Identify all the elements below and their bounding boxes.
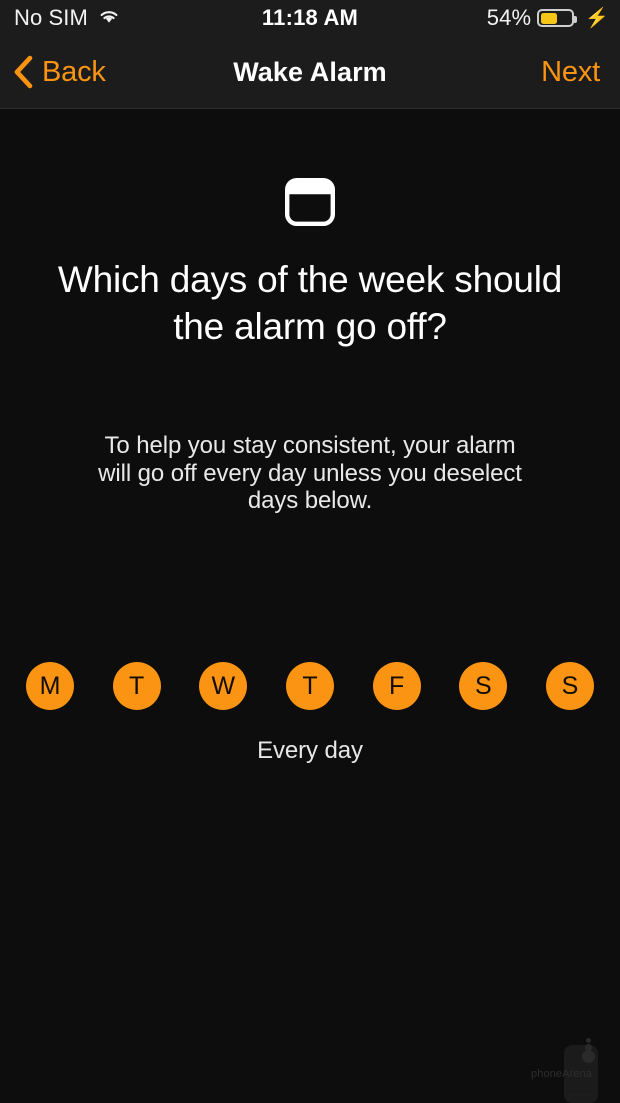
day-toggle-saturday[interactable]: S	[459, 662, 508, 710]
lightning-bolt-icon: ⚡	[585, 7, 609, 29]
page-title: Wake Alarm	[233, 56, 387, 87]
day-toggle-friday[interactable]: F	[372, 662, 421, 710]
headline-text: Which days of the week should the alarm …	[57, 259, 563, 347]
day-toggle-sunday[interactable]: S	[545, 662, 594, 710]
phone-screen: No SIM 11:18 AM 54% ⚡ Back Wake Alarm Ne…	[0, 0, 620, 1103]
day-toggle-label: S	[474, 671, 492, 700]
day-toggle-tuesday[interactable]: T	[112, 662, 161, 710]
day-toggle-label: S	[561, 671, 579, 700]
next-button[interactable]: Next	[541, 36, 600, 108]
day-toggle-label: T	[302, 671, 318, 700]
hero-icon-container	[0, 178, 620, 226]
clock-label: 11:18 AM	[261, 5, 359, 30]
day-toggle-label: W	[211, 671, 236, 700]
main-content: Which days of the week should the alarm …	[0, 109, 620, 1103]
status-bar-right: 54% ⚡	[487, 0, 609, 36]
calendar-icon	[285, 178, 335, 226]
day-toggle-label: F	[388, 671, 405, 700]
battery-fill	[540, 12, 558, 24]
selection-summary-label: Every day	[257, 737, 363, 764]
subtitle-text: To help you stay consistent, your alarm …	[98, 432, 522, 514]
day-toggle-label: M	[39, 671, 61, 700]
navigation-bar: Back Wake Alarm Next	[0, 36, 620, 109]
day-toggle-wednesday[interactable]: W	[199, 662, 248, 710]
day-toggle-thursday[interactable]: T	[285, 662, 334, 710]
day-toggle-label: T	[129, 671, 145, 700]
battery-percent-label: 54%	[486, 5, 532, 30]
day-of-week-selector: MTWTFSS	[26, 662, 594, 710]
battery-icon	[537, 9, 577, 27]
day-toggle-monday[interactable]: M	[26, 662, 74, 710]
status-bar: No SIM 11:18 AM 54% ⚡	[0, 0, 620, 36]
